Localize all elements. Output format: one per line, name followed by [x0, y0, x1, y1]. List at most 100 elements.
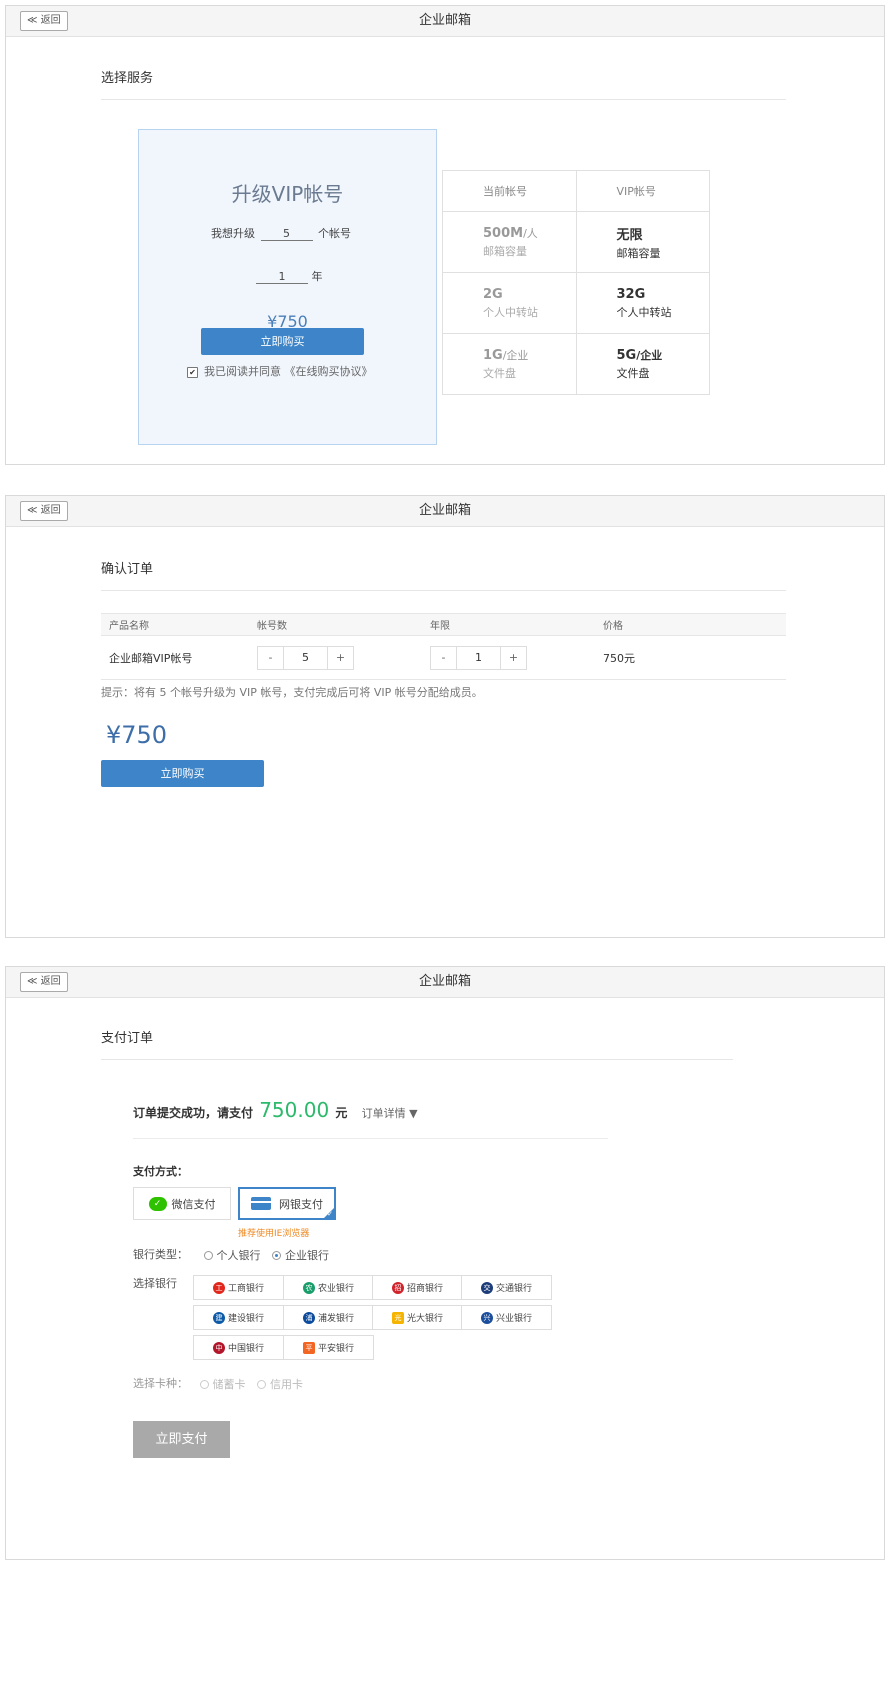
card-type-row: 选择卡种： 储蓄卡 信用卡	[133, 1375, 311, 1392]
section-title: 确认订单	[101, 562, 154, 577]
product-name: 企业邮箱VIP帐号	[101, 635, 249, 680]
wechat-pay-option[interactable]: ✓ 微信支付	[133, 1187, 231, 1220]
success-text: 订单提交成功，请支付	[133, 1106, 254, 1120]
bank-option[interactable]: 浦浦发银行	[283, 1305, 374, 1330]
account-count-input[interactable]: 5	[260, 227, 313, 241]
bank-option[interactable]: 建建设银行	[193, 1305, 284, 1330]
order-table: 产品名称 帐号数 年限 价格 企业邮箱VIP帐号 - 5 + - 1 + 750…	[101, 613, 786, 680]
vip-upgrade-card: 升级VIP帐号 我想升级 5 个帐号 1 年 ¥750 立即购买 ✔ 我已阅读并同…	[138, 129, 437, 445]
want-prefix: 我想升级	[211, 227, 255, 240]
select-service-panel: ≪ 返回 企业邮箱 选择服务 升级VIP帐号 我想升级 5 个帐号 1 年 ¥7…	[5, 5, 885, 465]
buy-now-button[interactable]: 立即购买	[201, 328, 364, 355]
card-credit-radio[interactable]	[257, 1379, 266, 1389]
section-divider	[101, 1059, 733, 1060]
bank-logo-icon: 浦	[302, 1311, 315, 1324]
wechat-label: 微信支付	[171, 1197, 216, 1211]
wechat-icon: ✓	[148, 1196, 167, 1211]
account-count-row: 我想升级 5 个帐号	[211, 225, 351, 241]
bank-logo-icon: 工	[212, 1281, 225, 1294]
card-debit-label[interactable]: 储蓄卡	[213, 1378, 246, 1391]
bank-logo-icon: 光	[391, 1311, 404, 1324]
vip-upgrade-title: 升级VIP帐号	[231, 182, 344, 206]
top-bar: ≪ 返回 企业邮箱	[6, 496, 884, 527]
years-input[interactable]: 1	[256, 270, 308, 284]
bank-type-label: 银行类型：	[133, 1248, 188, 1261]
accounts-cell: - 5 +	[249, 635, 422, 680]
confirm-order-panel: ≪ 返回 企业邮箱 确认订单 产品名称 帐号数 年限 价格 企业邮箱VIP帐号 …	[5, 495, 885, 938]
bank-option[interactable]: 交交通银行	[461, 1275, 552, 1300]
pay-order-panel: ≪ 返回 企业邮箱 支付订单 订单提交成功，请支付 750.00 元 订单详情 …	[5, 966, 885, 1560]
bank-pay-label: 网银支付	[279, 1197, 323, 1211]
card-debit-radio[interactable]	[199, 1379, 209, 1389]
agreement-row: ✔ 我已阅读并同意 《在线购买协议》	[187, 363, 373, 379]
compare-head-vip: VIP帐号	[575, 170, 710, 212]
compare-current-cell: 500M/人 邮箱容量	[442, 211, 577, 273]
ie-tip: 推荐使用IE浏览器	[238, 1229, 310, 1239]
pay-divider	[133, 1138, 608, 1139]
section-divider	[101, 99, 786, 100]
bank-option[interactable]: 平平安银行	[283, 1335, 374, 1360]
accounts-plus-button[interactable]: +	[328, 647, 353, 669]
compare-vip-cell: 32G 个人中转站	[575, 272, 710, 334]
page-title: 企业邮箱	[418, 974, 471, 989]
top-bar: ≪ 返回 企业邮箱	[6, 967, 884, 998]
bank-type-corporate-label[interactable]: 企业银行	[285, 1249, 329, 1262]
years-cell: - 1 +	[422, 635, 595, 680]
pay-now-button[interactable]: 立即支付	[133, 1421, 230, 1458]
section-title: 支付订单	[101, 1031, 154, 1046]
check-icon: ✓	[327, 1210, 333, 1218]
bank-logo-icon: 平	[302, 1341, 315, 1354]
card-credit-label[interactable]: 信用卡	[270, 1378, 303, 1391]
want-suffix: 个帐号	[318, 227, 351, 240]
buy-now-button[interactable]: 立即购买	[101, 760, 264, 787]
order-hint: 提示：将有 5 个帐号升级为 VIP 帐号，支付完成后可将 VIP 帐号分配给成…	[101, 686, 483, 699]
col-price: 价格	[595, 613, 786, 636]
bank-option[interactable]: 工工商银行	[193, 1275, 284, 1300]
years-unit: 年	[311, 270, 323, 283]
order-detail-toggle[interactable]: 订单详情 ▼	[362, 1107, 418, 1120]
currency: 元	[335, 1106, 348, 1120]
bank-logo-icon: 中	[212, 1341, 225, 1354]
bank-option[interactable]: 农农业银行	[283, 1275, 374, 1300]
bank-option[interactable]: 兴兴业银行	[461, 1305, 552, 1330]
bank-logo-icon: 招	[391, 1281, 404, 1294]
bank-type-personal-label[interactable]: 个人银行	[217, 1249, 261, 1262]
bank-card-icon	[251, 1197, 271, 1210]
years-value[interactable]: 1	[456, 646, 501, 669]
table-row: 企业邮箱VIP帐号 - 5 + - 1 + 750元	[101, 635, 786, 680]
order-total: ¥750	[106, 721, 168, 749]
years-minus-button[interactable]: -	[431, 647, 456, 669]
accounts-stepper[interactable]: - 5 +	[257, 645, 354, 670]
agreement-text[interactable]: 我已阅读并同意 《在线购买协议》	[204, 365, 373, 378]
years-stepper[interactable]: - 1 +	[430, 645, 527, 670]
top-bar: ≪ 返回 企业邮箱	[6, 6, 884, 37]
bank-type-personal-radio[interactable]	[203, 1250, 213, 1260]
col-years: 年限	[422, 613, 595, 636]
order-success-line: 订单提交成功，请支付 750.00 元 订单详情 ▼	[133, 1098, 418, 1122]
card-type-label: 选择卡种：	[133, 1377, 188, 1390]
page-title: 企业邮箱	[418, 503, 471, 518]
bank-option[interactable]: 中中国银行	[193, 1335, 284, 1360]
compare-vip-cell: 5G/企业 文件盘	[575, 333, 710, 395]
bank-type-row: 银行类型： 个人银行 企业银行	[133, 1246, 337, 1263]
bank-logo-icon: 建	[212, 1311, 225, 1324]
accounts-minus-button[interactable]: -	[258, 647, 283, 669]
section-title: 选择服务	[101, 71, 154, 86]
years-plus-button[interactable]: +	[501, 647, 526, 669]
compare-vip-cell: 无限 邮箱容量	[575, 211, 710, 273]
bank-type-corporate-radio[interactable]	[272, 1250, 281, 1260]
bank-option[interactable]: 招招商银行	[372, 1275, 463, 1300]
agreement-checkbox[interactable]: ✔	[187, 366, 198, 378]
bank-option[interactable]: 光光大银行	[372, 1305, 463, 1330]
select-bank-label: 选择银行	[133, 1277, 177, 1290]
col-accounts: 帐号数	[249, 613, 422, 636]
compare-current-cell: 1G/企业 文件盘	[442, 333, 577, 395]
compare-current-cell: 2G 个人中转站	[442, 272, 577, 334]
accounts-value[interactable]: 5	[283, 646, 328, 669]
bank-pay-option[interactable]: 网银支付 ✓	[238, 1187, 336, 1220]
page-title: 企业邮箱	[418, 13, 471, 28]
col-product: 产品名称	[101, 613, 249, 636]
pay-method-title: 支付方式：	[133, 1165, 188, 1178]
bank-logo-icon: 交	[480, 1281, 493, 1294]
bank-logo-icon: 农	[302, 1281, 315, 1294]
